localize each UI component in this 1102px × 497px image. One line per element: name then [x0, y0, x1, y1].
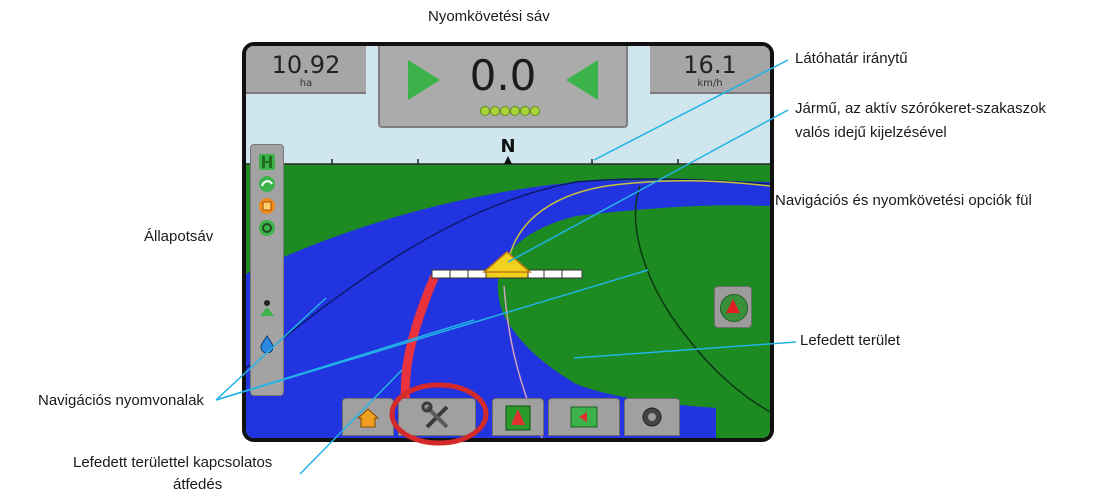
area-value: 10.92 [271, 51, 341, 79]
area-unit: ha [299, 78, 313, 89]
field-map-tab[interactable] [548, 398, 620, 436]
lightbar-led [500, 106, 510, 116]
navigation-options-tab[interactable] [714, 286, 752, 328]
callout-overlap-line1: Lefedett területtel kapcsolatos [73, 454, 273, 471]
camera-tab[interactable] [624, 398, 680, 436]
callout-status-bar: Állapotsáv [144, 228, 214, 245]
lightbar-led [530, 106, 540, 116]
vehicle-indicator-icon[interactable] [258, 299, 276, 317]
lightbar-led [490, 106, 500, 116]
callout-guidance-lines: Navigációs nyomvonalak [38, 392, 204, 409]
speed-unit: km/h [697, 78, 723, 89]
compass-heading: N [500, 136, 515, 157]
guidance-lightbar: 0.0 [378, 46, 628, 128]
callout-horizon-compass: Látóhatár iránytű [795, 50, 908, 67]
guidance-screen: N 10.92 ha 16.1 km/h 0.0 [242, 42, 774, 442]
home-tab[interactable] [342, 398, 394, 436]
callout-nav-options-tab: Navigációs és nyomkövetési opciók fül [775, 192, 1032, 209]
guidance-view-icon [505, 405, 531, 431]
speed-display: 16.1 km/h [650, 46, 770, 94]
tank-level-icon[interactable] [258, 335, 276, 353]
callout-vehicle-line2: valós idejű kijelzésével [795, 124, 947, 141]
callout-overlap-line2: átfedés [173, 476, 223, 493]
steer-left-arrow-icon [566, 60, 598, 100]
speed-value: 16.1 [683, 51, 737, 79]
home-icon [356, 408, 380, 428]
callout-guidance-bar: Nyomkövetési sáv [428, 8, 550, 25]
boom-status-icon[interactable] [258, 153, 276, 171]
navigation-arrow-icon [726, 299, 740, 313]
lightbar-led [480, 106, 490, 116]
field-map-icon [570, 406, 598, 428]
lightbar-led [520, 106, 530, 116]
lightbar-leds [480, 106, 540, 116]
callout-applied-area: Lefedett terület [800, 332, 901, 349]
section-control-icon[interactable] [258, 197, 276, 215]
callout-vehicle-line1: Jármű, az aktív szórókeret-szakaszok [795, 100, 1046, 117]
steering-status-icon[interactable] [258, 219, 276, 237]
gnss-status-icon[interactable] [258, 175, 276, 193]
area-display: 10.92 ha [246, 46, 366, 94]
tools-tab[interactable] [398, 398, 476, 436]
lightbar-led [510, 106, 520, 116]
camera-icon [642, 407, 662, 427]
guidance-tab[interactable] [492, 398, 544, 436]
wrench-screwdriver-icon [421, 401, 449, 429]
status-bar[interactable] [250, 144, 284, 396]
